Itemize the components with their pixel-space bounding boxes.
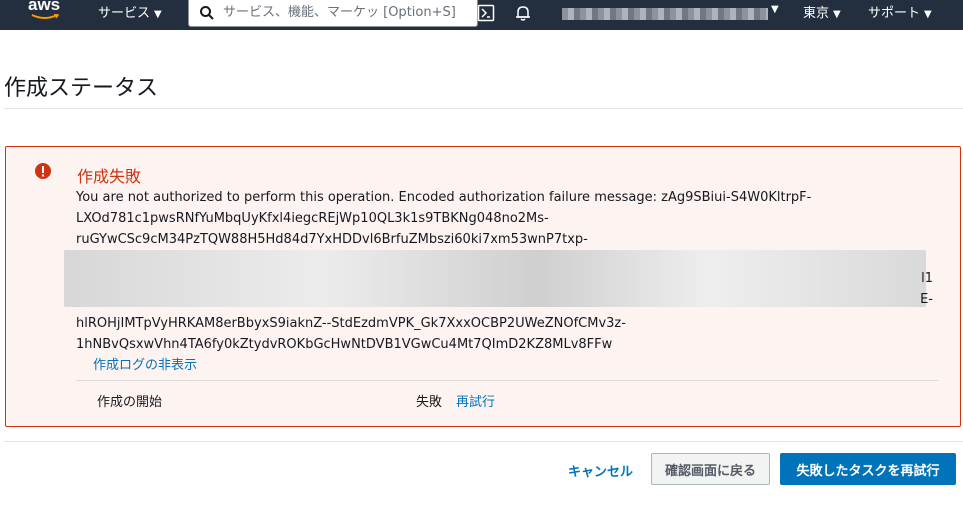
step-label: 作成の開始	[97, 395, 163, 410]
error-message-line: LXOd781c1pwsRNfYuMbqUyKfxl4iegcREjWp10QL…	[76, 211, 549, 226]
back-to-review-button[interactable]: 確認画面に戻る	[651, 453, 770, 485]
search-input[interactable]	[223, 2, 473, 22]
divider	[4, 441, 963, 442]
services-label: サービス	[98, 6, 151, 21]
error-message: You are not authorized to perform this o…	[76, 187, 946, 250]
chevron-down-icon: ▼	[833, 9, 841, 20]
top-navigation-bar: aws サービス▼ ▼ 東京▼ サポート▼	[0, 0, 963, 30]
bell-icon[interactable]	[514, 4, 532, 22]
error-message-line: 1hNBvQsxwVhn4TA6fy0kZtydvROKbGcHwNtDVB1V…	[76, 337, 613, 352]
aws-smile-icon	[31, 14, 59, 19]
search-box[interactable]	[188, 0, 478, 27]
alert-title: 作成失敗	[77, 167, 142, 186]
error-alert: 作成失敗 You are not authorized to perform t…	[5, 146, 961, 427]
redacted-message-block	[64, 250, 926, 307]
chevron-down-icon: ▼	[924, 9, 932, 20]
region-label: 東京	[803, 6, 830, 21]
search-icon	[200, 6, 214, 20]
step-status: 失敗	[416, 395, 443, 410]
support-menu[interactable]: サポート ▼	[868, 2, 932, 21]
retry-link[interactable]: 再試行	[456, 391, 495, 410]
support-label: サポート	[868, 6, 921, 21]
error-message-line: hlROHjIMTpVyHRKAM8erBbyxS9iaknZ--StdEzdm…	[76, 316, 626, 331]
divider	[76, 380, 938, 381]
services-menu[interactable]: サービス ▼	[98, 2, 162, 21]
error-message-fragment: E-	[920, 292, 933, 307]
error-icon	[35, 163, 51, 179]
cloudshell-icon[interactable]	[477, 4, 495, 22]
region-selector[interactable]: 東京 ▼	[803, 2, 841, 21]
error-message-line: ruGYwCSc9cM34PzTQW88H5Hd84d7YxHDDvl6Brfu…	[76, 232, 588, 247]
divider	[4, 108, 963, 109]
hide-log-link[interactable]: 作成ログの非表示	[93, 354, 197, 373]
page-title: 作成ステータス	[4, 76, 159, 101]
error-message-fragment: l1	[921, 271, 933, 286]
aws-logo[interactable]: aws	[28, 0, 60, 15]
error-message-line: You are not authorized to perform this o…	[76, 190, 812, 205]
cancel-button[interactable]: キャンセル	[568, 461, 633, 480]
chevron-down-icon: ▼	[154, 9, 162, 20]
account-menu-redacted[interactable]	[562, 8, 768, 20]
retry-failed-task-button[interactable]: 失敗したタスクを再試行	[780, 453, 956, 485]
chevron-down-icon: ▼	[771, 4, 779, 15]
error-message-continued: hlROHjIMTpVyHRKAM8erBbyxS9iaknZ--StdEzdm…	[76, 313, 626, 355]
